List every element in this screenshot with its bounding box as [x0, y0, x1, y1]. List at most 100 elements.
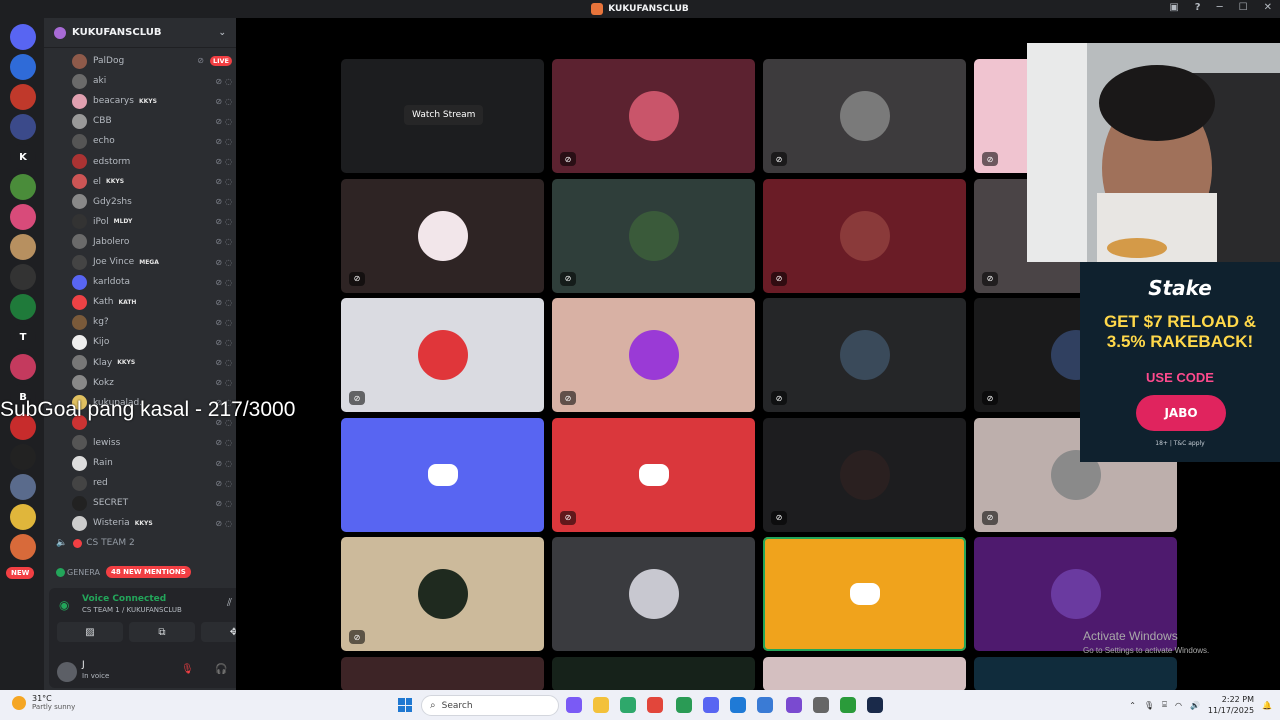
- server-icon[interactable]: [10, 294, 36, 320]
- participant-tile[interactable]: ⊘: [763, 417, 966, 532]
- voice-member[interactable]: Kijo ⊘ ◌: [72, 333, 232, 351]
- participant-tile[interactable]: ⊘: [552, 298, 755, 412]
- participant-tile[interactable]: ⊘: [763, 59, 966, 173]
- server-icon[interactable]: [10, 24, 36, 50]
- app-icon[interactable]: [757, 697, 773, 713]
- network-icon[interactable]: ⌸: [1162, 700, 1167, 710]
- voice-member[interactable]: CBB ⊘ ◌: [72, 112, 232, 130]
- server-icon[interactable]: [10, 504, 36, 530]
- file-explorer-icon[interactable]: [593, 697, 609, 713]
- voice-member[interactable]: karldota ⊘ ◌: [72, 273, 232, 291]
- weather-widget[interactable]: 31°C Partly sunny: [12, 694, 75, 711]
- voice-member[interactable]: PalDog ⊘ LIVE: [72, 52, 232, 70]
- participant-tile[interactable]: ⊘: [341, 537, 544, 651]
- voice-member[interactable]: Klay KKYS ⊘ ◌: [72, 354, 232, 372]
- close-button[interactable]: ✕: [1264, 2, 1272, 13]
- noise-suppression-icon[interactable]: ⫽: [227, 596, 232, 610]
- participant-tile[interactable]: ⊘: [552, 178, 755, 293]
- screen-share-button[interactable]: ⧉: [129, 622, 195, 642]
- participant-tile[interactable]: ⊘: [763, 178, 966, 293]
- copilot-icon[interactable]: [566, 697, 582, 713]
- ad-code-button[interactable]: JABO: [1136, 395, 1226, 431]
- chrome-dev-icon[interactable]: [786, 697, 802, 713]
- server-icon[interactable]: [10, 354, 36, 380]
- participant-tile[interactable]: ⊘: [552, 417, 755, 532]
- voice-member[interactable]: Joe Vince MEGA ⊘ ◌: [72, 253, 232, 271]
- notes-icon[interactable]: [730, 697, 746, 713]
- participant-tile[interactable]: [552, 656, 755, 691]
- voice-member[interactable]: Kath KATH ⊘ ◌: [72, 293, 232, 311]
- steam-icon[interactable]: [867, 697, 883, 713]
- channel-general[interactable]: GENERA: [56, 568, 100, 577]
- server-icon[interactable]: [10, 204, 36, 230]
- chevron-up-icon[interactable]: ⌃: [1129, 701, 1136, 710]
- chrome-icon[interactable]: [620, 697, 636, 713]
- voice-member[interactable]: aki ⊘ ◌: [72, 72, 232, 90]
- notification-bell-icon[interactable]: 🔔: [1262, 701, 1272, 710]
- new-pill[interactable]: NEW: [6, 567, 35, 579]
- camera-button[interactable]: ▨: [57, 622, 123, 642]
- obs-icon[interactable]: [840, 697, 856, 713]
- server-icon[interactable]: [10, 174, 36, 200]
- mute-icon[interactable]: 🎙: [181, 664, 194, 675]
- help-icon[interactable]: ?: [1195, 2, 1201, 13]
- headphones-icon[interactable]: 🎧: [215, 664, 227, 675]
- participant-tile[interactable]: Watch Stream: [341, 59, 544, 173]
- server-icon[interactable]: [10, 114, 36, 140]
- voice-member[interactable]: beacarys KKYS ⊘ ◌: [72, 92, 232, 110]
- participant-tile[interactable]: [763, 656, 966, 691]
- voice-status[interactable]: Voice Connected: [82, 594, 166, 604]
- live-badge[interactable]: LIVE: [209, 56, 232, 66]
- server-icon[interactable]: [10, 54, 36, 80]
- server-icon[interactable]: [10, 444, 36, 470]
- server-icon[interactable]: [10, 474, 36, 500]
- voice-member[interactable]: Wisteria KKYS ⊘ ◌: [72, 514, 232, 532]
- voice-member[interactable]: SECRET ⊘ ◌: [72, 494, 232, 512]
- minimize-button[interactable]: ─: [1217, 2, 1223, 13]
- participant-tile[interactable]: [341, 417, 544, 532]
- participant-tile[interactable]: [341, 656, 544, 691]
- participant-tile[interactable]: ⊘: [341, 298, 544, 412]
- voice-member[interactable]: Gdy2shs ⊘ ◌: [72, 193, 232, 211]
- voice-member[interactable]: iPol MLDY ⊘ ◌: [72, 213, 232, 231]
- server-header[interactable]: KUKUFANSCLUB ⌄: [44, 18, 236, 48]
- channel-cs-team-2[interactable]: 🔈 CS TEAM 2: [56, 538, 135, 548]
- voice-member[interactable]: kg? ⊘ ◌: [72, 313, 232, 331]
- participant-tile[interactable]: [974, 656, 1177, 691]
- taskbar-search[interactable]: ⌕ Search: [421, 695, 559, 716]
- snipping-icon[interactable]: [813, 697, 829, 713]
- chevron-down-icon[interactable]: ⌄: [218, 28, 226, 38]
- voice-member[interactable]: echo ⊘ ◌: [72, 132, 232, 150]
- voice-member[interactable]: edstorm ⊘ ◌: [72, 153, 232, 171]
- voice-member[interactable]: Kokz ⊘ ◌: [72, 374, 232, 392]
- volume-icon[interactable]: 🔊: [1190, 701, 1200, 710]
- server-icon[interactable]: [10, 534, 36, 560]
- start-button[interactable]: [398, 698, 412, 712]
- stake-ad-banner[interactable]: Stake GET $7 RELOAD & 3.5% RAKEBACK! USE…: [1080, 262, 1280, 462]
- server-icon[interactable]: [10, 234, 36, 260]
- participant-tile[interactable]: ⊘: [552, 59, 755, 173]
- participant-tile[interactable]: ⊘: [763, 298, 966, 412]
- server-icon[interactable]: [10, 84, 36, 110]
- voice-member[interactable]: el KKYS ⊘ ◌: [72, 173, 232, 191]
- maximize-button[interactable]: ☐: [1239, 2, 1248, 13]
- wifi-icon[interactable]: ◠: [1175, 701, 1182, 710]
- participant-tile[interactable]: [763, 537, 966, 651]
- voice-member[interactable]: Jabolero ⊘ ◌: [72, 233, 232, 251]
- inbox-icon[interactable]: ▣: [1169, 2, 1178, 13]
- participant-tile[interactable]: ⊘: [341, 178, 544, 293]
- chrome-profile-icon[interactable]: [647, 697, 663, 713]
- watch-stream-button[interactable]: Watch Stream: [404, 105, 484, 125]
- discord-icon[interactable]: [703, 697, 719, 713]
- voice-member[interactable]: red ⊘ ◌: [72, 474, 232, 492]
- voice-member[interactable]: lewiss ⊘ ◌: [72, 434, 232, 452]
- chrome-alt-icon[interactable]: [676, 697, 692, 713]
- server-icon[interactable]: [10, 264, 36, 290]
- server-icon[interactable]: T: [10, 324, 36, 350]
- voice-member[interactable]: Rain ⊘ ◌: [72, 454, 232, 472]
- new-mentions-badge[interactable]: 48 NEW MENTIONS: [106, 566, 191, 578]
- mic-icon[interactable]: 🎙: [1144, 701, 1154, 710]
- server-icon[interactable]: K: [10, 144, 36, 170]
- avatar[interactable]: [57, 662, 77, 682]
- voice-channel[interactable]: CS TEAM 1 / KUKUFANSCLUB: [82, 606, 182, 614]
